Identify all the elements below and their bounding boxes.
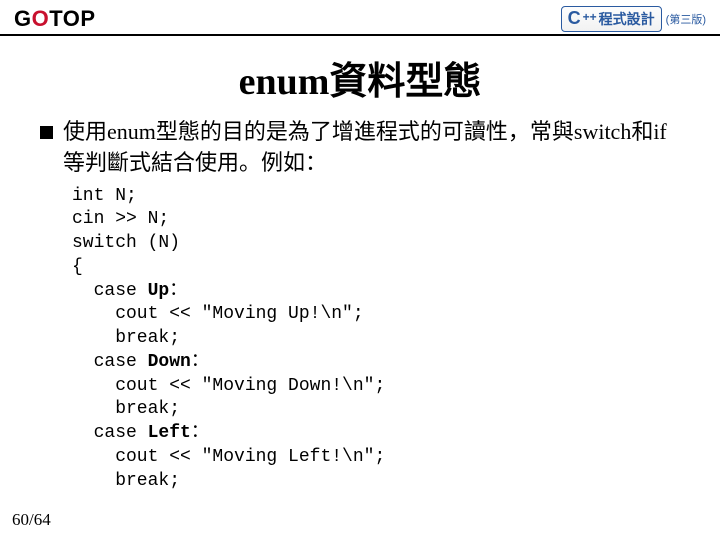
code-line: cout << "Moving Down!\n"; — [72, 376, 385, 396]
slide-title: enum資料型態 — [0, 50, 720, 105]
code-line: break; — [72, 471, 180, 491]
code-keyword: Up — [148, 281, 170, 301]
bullet-text: 使用enum型態的目的是為了增進程式的可讀性，常與switch和if等判斷式結合… — [63, 117, 686, 179]
badge-edition: (第三版) — [666, 11, 706, 27]
bullet-item: 使用enum型態的目的是為了增進程式的可讀性，常與switch和if等判斷式結合… — [40, 117, 686, 179]
code-line: ： — [191, 352, 209, 372]
badge-title: 程式設計 — [599, 9, 655, 29]
code-line: cout << "Moving Up!\n"; — [72, 304, 364, 324]
publisher-logo: GOTOP — [14, 6, 96, 32]
book-badge: C++ 程式設計 (第三版) — [561, 6, 706, 32]
badge-c: C — [568, 8, 581, 29]
code-keyword: Down — [148, 352, 191, 372]
code-line: break; — [72, 328, 180, 348]
code-line: break; — [72, 399, 180, 419]
logo-text-pre: G — [14, 6, 32, 31]
badge-plusplus: ++ — [583, 10, 597, 24]
code-line: ： — [191, 423, 209, 443]
code-line: case — [72, 352, 148, 372]
page-number: 60/64 — [12, 510, 51, 530]
code-line: { — [72, 257, 83, 277]
logo-text-post: TOP — [49, 6, 95, 31]
logo-text-o: O — [32, 6, 50, 31]
code-keyword: Left — [148, 423, 191, 443]
code-line: cin >> N; — [72, 209, 169, 229]
code-line: case — [72, 423, 148, 443]
code-block: int N; cin >> N; switch (N) { case Up： c… — [72, 185, 720, 494]
code-line: int N; — [72, 186, 137, 206]
code-line: cout << "Moving Left!\n"; — [72, 447, 385, 467]
header-divider — [0, 34, 720, 36]
slide-header: GOTOP C++ 程式設計 (第三版) — [0, 0, 720, 34]
cpp-badge-box: C++ 程式設計 — [561, 6, 662, 32]
code-line: switch (N) — [72, 233, 180, 253]
bullet-square-icon — [40, 126, 53, 139]
code-line: case — [72, 281, 148, 301]
code-line: ： — [169, 281, 187, 301]
